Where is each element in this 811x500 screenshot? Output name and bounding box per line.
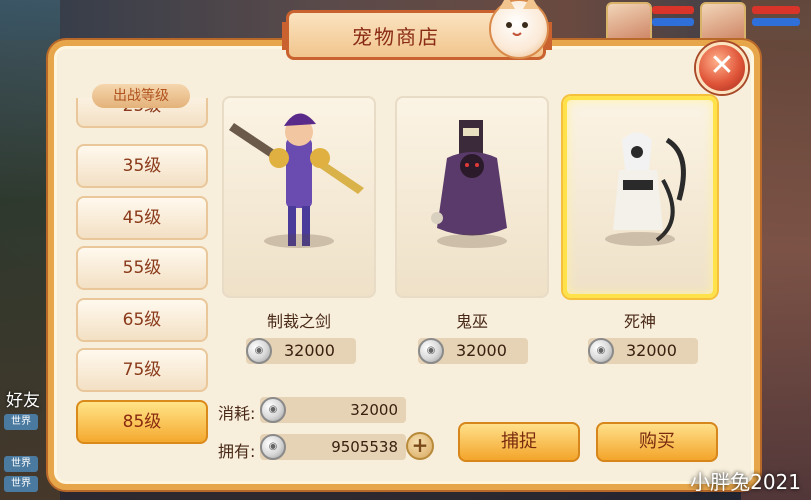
pet-name-3: 死神 (623, 312, 656, 331)
coin-icon: ◉ (260, 397, 286, 423)
close-icon: ✕ (709, 48, 735, 83)
level-button-65[interactable]: 65级 (76, 298, 208, 342)
mp-bar-2 (752, 18, 800, 26)
pet-ghost-illustration (431, 120, 507, 236)
plus-icon: + (411, 433, 429, 457)
chat-channel-tag: 世界 (4, 476, 38, 492)
level-button-55[interactable]: 55级 (76, 246, 208, 290)
owned-label: 拥有: (218, 442, 256, 461)
chat-channel-tag: 世界 (4, 414, 38, 430)
sidebar-header: 出战等级 (92, 84, 190, 108)
pet-card-sword[interactable] (222, 96, 376, 298)
capture-button[interactable]: 捕捉 (458, 422, 580, 462)
buy-button[interactable]: 购买 (596, 422, 718, 462)
level-button-85[interactable]: 85级 (76, 400, 208, 444)
level-button-45[interactable]: 45级 (76, 196, 208, 240)
close-button[interactable]: ✕ (696, 42, 748, 94)
level-list[interactable]: 25级 35级 45级 55级 65级 75级 85级 (72, 98, 212, 450)
watermark: 小胖兔2021 (690, 470, 801, 494)
pet-card-ghost-shaman[interactable] (395, 96, 549, 298)
pet-reaper-illustration (613, 132, 686, 242)
coin-icon: ◉ (418, 338, 444, 364)
cat-mascot-icon (489, 0, 549, 59)
window-title: 宠物商店 (352, 25, 440, 49)
coin-icon: ◉ (246, 338, 272, 364)
add-currency-button[interactable]: + (406, 432, 434, 460)
pet-name-1: 制裁之剑 (266, 312, 331, 331)
level-button-35[interactable]: 35级 (76, 144, 208, 188)
pet-sword-illustration (229, 113, 364, 246)
coin-icon: ◉ (260, 434, 286, 460)
hp-bar-2 (752, 6, 800, 14)
pet-card-reaper[interactable] (563, 96, 717, 298)
hp-bar (652, 6, 694, 14)
friends-label[interactable]: 好友 (6, 386, 40, 411)
title-banner: 宠物商店 (286, 0, 549, 60)
pet-name-2: 鬼巫 (455, 312, 488, 331)
level-button-75[interactable]: 75级 (76, 348, 208, 392)
mp-bar (652, 18, 694, 26)
cost-label: 消耗: (218, 404, 256, 423)
chat-channel-tag: 世界 (4, 456, 38, 472)
coin-icon: ◉ (588, 338, 614, 364)
